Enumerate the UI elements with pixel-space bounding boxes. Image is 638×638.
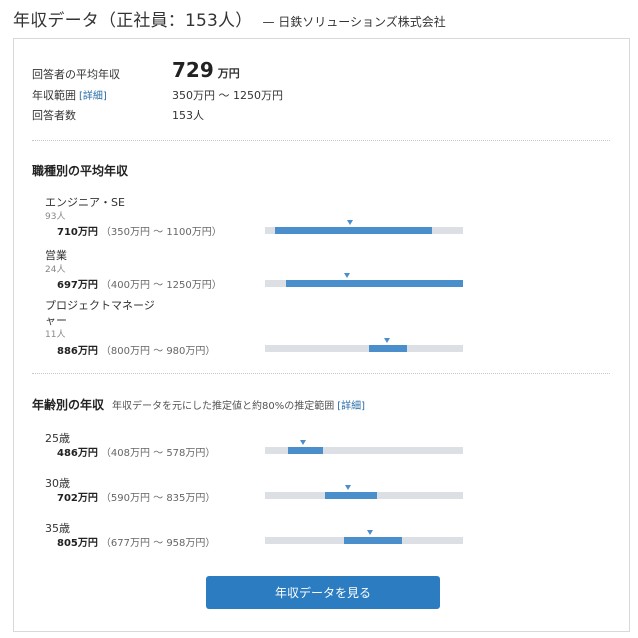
- salary-range-bar: [265, 220, 463, 234]
- divider: [32, 140, 610, 141]
- respondents-value: 153人: [172, 109, 204, 122]
- age-range: （408万円 ～ 578万円）: [100, 448, 216, 459]
- average-unit: 万円: [217, 67, 240, 80]
- salary-range-fill: [285, 280, 463, 287]
- age-average: 805万円 （677万円 ～ 958万円）: [57, 534, 215, 549]
- age-detail-link[interactable]: [詳細]: [337, 401, 365, 412]
- age-average-value: 805万円: [57, 538, 98, 549]
- salary-range-bar: [265, 338, 463, 352]
- job-count: 24人: [45, 265, 66, 275]
- salary-average-marker: [345, 485, 352, 490]
- divider: [32, 373, 610, 374]
- age-average-value: 486万円: [57, 448, 98, 459]
- job-average-value: 697万円: [57, 280, 98, 291]
- job-average: 710万円 （350万円 ～ 1100万円）: [57, 223, 222, 238]
- company-name: — 日鉄ソリューションズ株式会社: [262, 15, 446, 29]
- salary-range-fill: [275, 227, 432, 234]
- job-count: 11人: [45, 330, 66, 340]
- salary-range-fill: [325, 492, 377, 499]
- job-average-value: 710万円: [57, 227, 98, 238]
- range-label-text: 年収範囲: [32, 89, 76, 102]
- salary-average-marker: [383, 338, 390, 343]
- job-count: 93人: [45, 212, 66, 222]
- job-range: （800万円 ～ 980万円）: [100, 346, 216, 357]
- average-value: 729 万円: [172, 58, 240, 82]
- salary-range-bar: [265, 440, 463, 454]
- age-section-title-text: 年齢別の年収: [32, 398, 105, 412]
- salary-range-fill: [369, 345, 407, 352]
- salary-average-marker: [300, 440, 307, 445]
- average-label: 回答者の平均年収: [32, 68, 120, 81]
- salary-range-bar: [265, 273, 463, 287]
- job-section-title: 職種別の平均年収: [32, 164, 129, 178]
- salary-card: 回答者の平均年収 729 万円 年収範囲 [詳細] 350万円 ～ 1250万円 回…: [13, 38, 630, 632]
- job-name: プロジェクトマネージ: [45, 299, 155, 312]
- age-section-note-text: 年収データを元にした推定値と約80%の推定範囲: [112, 401, 335, 412]
- salary-range-bar: [265, 530, 463, 544]
- job-range: （350万円 ～ 1100万円）: [100, 227, 222, 238]
- age-average: 702万円 （590万円 ～ 835万円）: [57, 489, 215, 504]
- job-average: 697万円 （400万円 ～ 1250万円）: [57, 276, 222, 291]
- page-header: 年収データ（正社員：153人） — 日鉄ソリューションズ株式会社: [13, 6, 446, 31]
- page-title: 年収データ（正社員：153人）: [13, 11, 253, 31]
- view-salary-data-button[interactable]: 年収データを見る: [206, 576, 440, 609]
- age-average-value: 702万円: [57, 493, 98, 504]
- range-value: 350万円 ～ 1250万円: [172, 89, 283, 102]
- salary-range-fill: [287, 447, 323, 454]
- age-range: （677万円 ～ 958万円）: [100, 538, 216, 549]
- age-average: 486万円 （408万円 ～ 578万円）: [57, 444, 215, 459]
- job-average-value: 886万円: [57, 346, 98, 357]
- job-range: （400万円 ～ 1250万円）: [100, 280, 222, 291]
- salary-range-fill: [343, 537, 403, 544]
- age-range: （590万円 ～ 835万円）: [100, 493, 216, 504]
- range-detail-link[interactable]: [詳細]: [79, 91, 107, 102]
- average-number: 729: [172, 58, 214, 82]
- respondents-label: 回答者数: [32, 109, 76, 122]
- job-name: 営業: [45, 249, 67, 262]
- job-name: エンジニア・SE: [45, 196, 125, 209]
- salary-average-marker: [346, 220, 353, 225]
- job-average: 886万円 （800万円 ～ 980万円）: [57, 342, 215, 357]
- job-name-continued: ャー: [45, 314, 67, 327]
- range-label: 年収範囲 [詳細]: [32, 87, 107, 103]
- salary-range-bar: [265, 485, 463, 499]
- age-section-title: 年齢別の年収 年収データを元にした推定値と約80%の推定範囲 [詳細]: [32, 396, 365, 413]
- age-section-note: 年収データを元にした推定値と約80%の推定範囲 [詳細]: [112, 401, 365, 412]
- salary-average-marker: [366, 530, 373, 535]
- salary-average-marker: [344, 273, 351, 278]
